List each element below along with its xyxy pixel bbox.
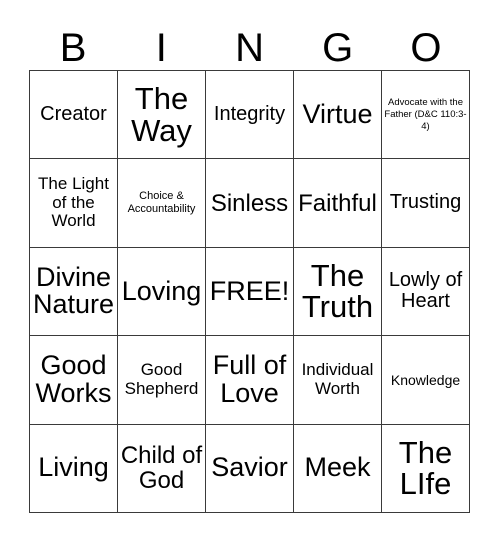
bingo-cell-label: The Way (131, 81, 192, 148)
bingo-cell-label: Individual Worth (301, 360, 374, 398)
bingo-cell-label: Good Works (35, 350, 112, 408)
bingo-cell-label: Savior (211, 452, 288, 483)
header-letter-g: G (322, 26, 354, 70)
bingo-cell-label: Choice & Accountability (127, 189, 196, 216)
header-letter-b: B (59, 26, 87, 70)
bingo-card: B I N G O Creator The Way Integrity Virt… (0, 0, 500, 544)
bingo-grid: Creator The Way Integrity Virtue Advocat… (29, 70, 470, 513)
bingo-cell-label: Divine Nature (32, 261, 115, 320)
bingo-cell-label: Loving (121, 275, 202, 306)
bingo-cell[interactable]: The Way (118, 71, 206, 160)
bingo-cell-label: Sinless (210, 189, 289, 217)
bingo-cell-label: Knowledge (390, 371, 461, 388)
bingo-cell[interactable]: Good Shepherd (118, 336, 206, 425)
header-letter-i: I (155, 26, 167, 70)
bingo-cell[interactable]: Individual Worth (294, 336, 382, 425)
bingo-cell-label: FREE! (209, 275, 290, 306)
bingo-cell-label: Integrity (213, 102, 286, 125)
bingo-cell-label: The Light of the World (38, 174, 109, 231)
bingo-cell[interactable]: Advocate with the Father (D&C 110:3-4) (382, 71, 470, 160)
bingo-cell[interactable]: Divine Nature (30, 247, 118, 337)
bingo-cell[interactable]: Good Works (30, 336, 118, 425)
bingo-cell-label: The Truth (301, 257, 374, 325)
bingo-cell-label: Virtue (302, 98, 373, 129)
bingo-cell[interactable]: Sinless (206, 159, 294, 248)
bingo-cell-label: Faithful (298, 189, 377, 217)
bingo-cell[interactable]: Integrity (206, 71, 294, 160)
bingo-cell[interactable]: Choice & Accountability (118, 159, 206, 248)
bingo-cell[interactable]: Knowledge (382, 336, 470, 425)
bingo-cell[interactable]: Savior (206, 424, 294, 513)
bingo-cell[interactable]: The LIfe (382, 424, 470, 513)
bingo-cell[interactable]: The Light of the World (30, 159, 118, 248)
bingo-cell-label: Lowly of Heart (388, 268, 463, 313)
bingo-cell-label: Advocate with the Father (D&C 110:3-4) (384, 96, 467, 132)
bingo-cell[interactable]: Loving (118, 247, 206, 337)
bingo-cell[interactable]: Faithful (294, 159, 382, 248)
bingo-cell[interactable]: Virtue (294, 71, 382, 160)
bingo-cell-label: Good Shepherd (124, 360, 199, 398)
bingo-cell-label: Meek (304, 452, 371, 483)
bingo-cell[interactable]: Trusting (382, 159, 470, 248)
bingo-cell[interactable]: The Truth (294, 247, 382, 337)
bingo-cell[interactable]: Living (30, 424, 118, 513)
bingo-cell[interactable]: Creator (30, 71, 118, 160)
bingo-cell-label: The LIfe (398, 434, 453, 502)
bingo-cell[interactable]: Full of Love (206, 336, 294, 425)
bingo-cell[interactable]: Child of God (118, 424, 206, 513)
bingo-cell-label: Living (38, 452, 109, 483)
bingo-header: B I N G O (29, 14, 470, 70)
header-letter-n: N (235, 26, 264, 70)
bingo-cell-label: Child of God (120, 442, 203, 495)
bingo-cell-label: Full of Love (212, 350, 287, 408)
bingo-cell[interactable]: Meek (294, 424, 382, 513)
bingo-cell-label: Trusting (389, 191, 462, 214)
header-letter-o: O (410, 26, 442, 70)
bingo-cell[interactable]: Lowly of Heart (382, 247, 470, 337)
bingo-cell-label: Creator (40, 102, 107, 125)
bingo-cell[interactable]: FREE! (206, 247, 294, 337)
